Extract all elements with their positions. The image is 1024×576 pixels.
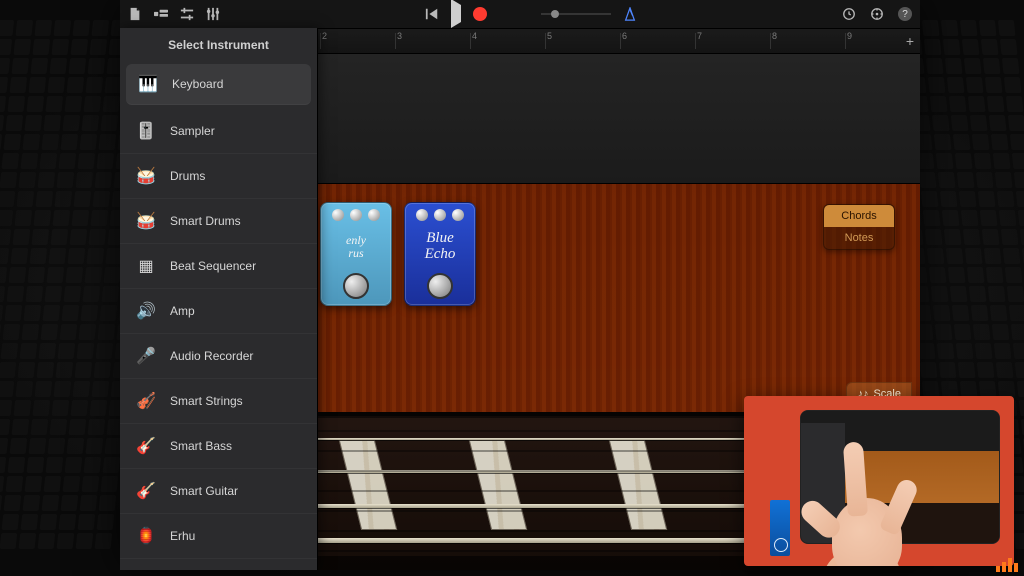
instrument-label: Sampler <box>170 124 215 138</box>
instrument-glyph-icon: 🎸 <box>134 436 158 456</box>
metronome-icon[interactable] <box>623 7 637 21</box>
instrument-glyph-icon: 🎻 <box>134 391 158 411</box>
instrument-glyph-icon: ▦ <box>134 256 158 276</box>
instrument-item-smart-bass[interactable]: 🎸 Smart Bass <box>120 424 317 469</box>
help-icon[interactable]: ? <box>898 7 912 21</box>
fx-icon[interactable] <box>180 7 194 21</box>
add-section-icon[interactable]: + <box>906 33 914 49</box>
effect-pedals: enlyrus BlueEcho <box>320 202 476 306</box>
instrument-glyph-icon: 🏮 <box>134 526 158 546</box>
toolbar: ? <box>120 0 920 28</box>
instrument-label: Keyboard <box>172 77 223 91</box>
camera-overlay <box>744 396 1014 566</box>
instrument-item-smart-guitar[interactable]: 🎸 Smart Guitar <box>120 469 317 514</box>
instrument-label: Audio Recorder <box>170 349 253 363</box>
volume-indicator-icon <box>996 556 1020 572</box>
instrument-item-audio-recorder[interactable]: 🎤 Audio Recorder <box>120 334 317 379</box>
instrument-glyph-icon: 🎸 <box>134 481 158 501</box>
instrument-item-amp[interactable]: 🔊 Amp <box>120 289 317 334</box>
instrument-glyph-icon: 🎹 <box>136 74 160 94</box>
instrument-glyph-icon: 🥁 <box>134 166 158 186</box>
playhead-scrubber[interactable] <box>541 8 611 20</box>
instrument-item-smart-strings[interactable]: 🎻 Smart Strings <box>120 379 317 424</box>
instrument-picker: Select Instrument 🎹 Keyboard 🎚️ Sampler 🥁 Dru… <box>120 28 318 570</box>
hand <box>814 428 924 566</box>
instrument-label: Smart Bass <box>170 439 232 453</box>
instrument-label: Drums <box>170 169 205 183</box>
pedal-chorus[interactable]: enlyrus <box>320 202 392 306</box>
instrument-label: Erhu <box>170 529 195 543</box>
instrument-label: Amp <box>170 304 195 318</box>
instrument-label: Beat Sequencer <box>170 259 256 273</box>
browser-icon[interactable] <box>154 7 168 21</box>
instrument-glyph-icon: 🥁 <box>134 211 158 231</box>
instrument-label: Smart Drums <box>170 214 241 228</box>
toggle-notes[interactable]: Notes <box>824 227 894 249</box>
chords-notes-toggle[interactable]: Chords Notes <box>823 204 895 250</box>
instrument-item-beat-sequencer[interactable]: ▦ Beat Sequencer <box>120 244 317 289</box>
rewind-button[interactable] <box>425 7 439 21</box>
instrument-item-erhu[interactable]: 🏮 Erhu <box>120 514 317 559</box>
instrument-label: Smart Guitar <box>170 484 238 498</box>
settings-icon[interactable] <box>870 7 884 21</box>
instrument-item-drums[interactable]: 🥁 Drums <box>120 154 317 199</box>
ipod-prop <box>770 500 790 556</box>
pedal-echo[interactable]: BlueEcho <box>404 202 476 306</box>
panel-title: Select Instrument <box>120 28 317 60</box>
loop-browser-icon[interactable] <box>842 7 856 21</box>
record-button[interactable] <box>473 7 487 21</box>
instrument-item-keyboard[interactable]: 🎹 Keyboard <box>126 64 311 105</box>
instrument-glyph-icon: 🔊 <box>134 301 158 321</box>
toggle-chords[interactable]: Chords <box>824 205 894 227</box>
instrument-item-smart-drums[interactable]: 🥁 Smart Drums <box>120 199 317 244</box>
track-controls-icon[interactable] <box>206 7 220 21</box>
play-button[interactable] <box>451 5 461 23</box>
instrument-glyph-icon: 🎚️ <box>134 121 158 141</box>
instrument-item-sampler[interactable]: 🎚️ Sampler <box>120 109 317 154</box>
instrument-glyph-icon: 🎤 <box>134 346 158 366</box>
my-songs-icon[interactable] <box>128 7 142 21</box>
instrument-label: Smart Strings <box>170 394 243 408</box>
